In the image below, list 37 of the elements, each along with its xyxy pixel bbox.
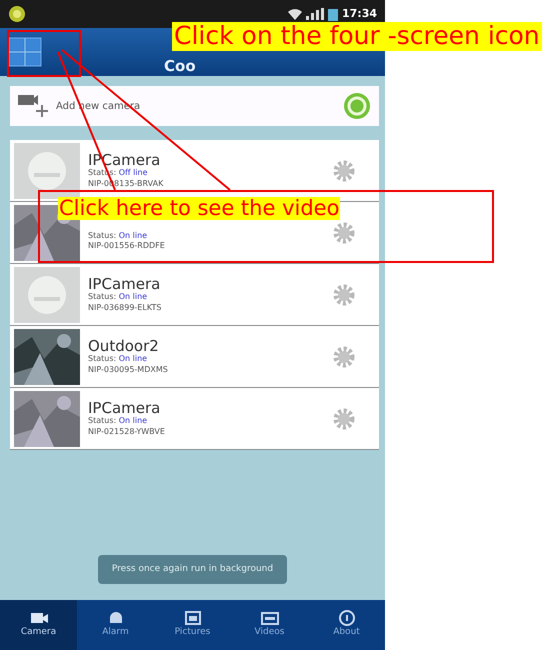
camera-placeholder-icon[interactable] [14, 142, 80, 198]
info-icon [336, 610, 356, 626]
signal-icon [306, 8, 324, 20]
camera-name: IPCamera [88, 276, 162, 292]
refresh-icon[interactable] [343, 92, 371, 120]
battery-icon [328, 8, 338, 20]
camera-uid: NIP-001556-RDDFE [88, 241, 166, 252]
callout-label: Click on the four -screen icon [172, 22, 542, 51]
settings-icon[interactable] [333, 346, 355, 368]
tab-button[interactable]: Camera [0, 600, 77, 650]
clock-time: 17:34 [342, 6, 377, 22]
add-camera-icon[interactable] [18, 93, 48, 119]
tab-button[interactable]: About [308, 600, 385, 650]
status-text: Status: On line [88, 292, 148, 303]
camera-uid: NIP-030095-MDXMS [88, 364, 169, 376]
settings-icon[interactable] [333, 160, 355, 182]
picture-icon [182, 610, 202, 626]
tab-button[interactable]: Pictures [154, 600, 231, 650]
settings-icon[interactable] [333, 222, 355, 244]
callout-label: Click here to see the video [58, 197, 340, 220]
app-title: Coo [164, 59, 196, 76]
grid-view-icon[interactable] [8, 37, 42, 67]
toast-message: Press once again run in background [98, 554, 288, 584]
film-icon [260, 610, 280, 626]
camera-name: IPCamera [88, 400, 162, 416]
tab-button[interactable]: Alarm [77, 600, 154, 650]
status-text: Status: On line [88, 230, 148, 241]
settings-icon[interactable] [333, 284, 355, 306]
status-text: Status: On line [88, 354, 148, 365]
camera-uid: NIP-036899-ELKTS [88, 302, 162, 314]
settings-icon[interactable] [333, 408, 355, 430]
wifi-icon [288, 8, 302, 20]
status-text: Status: On line [88, 416, 148, 427]
tab-button[interactable]: Videos [231, 600, 308, 650]
camera-name: Outdoor2 [88, 338, 160, 354]
camera-uid: NIP-021528-YWBVE [88, 426, 166, 438]
app-icon [8, 5, 26, 23]
